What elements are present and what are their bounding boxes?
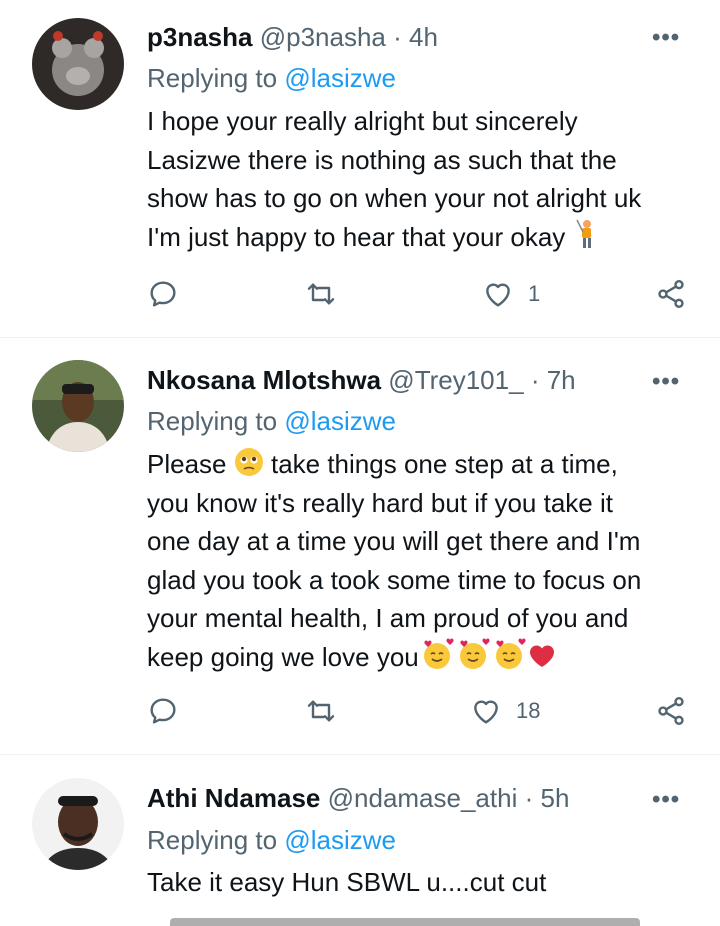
text-line: Lasizwe there is nothing as such that th… bbox=[147, 144, 617, 175]
avatar[interactable] bbox=[32, 360, 124, 452]
replying-to: Replying to @lasizwe bbox=[147, 824, 396, 856]
text-line: show has to go on when your not alright … bbox=[147, 183, 642, 213]
text-line: Take it easy Hun SBWL u....cut cut bbox=[147, 867, 547, 897]
heart-icon bbox=[486, 283, 510, 307]
tweet-text: I hope your really alright but sincerely… bbox=[147, 102, 707, 256]
text-line: take things one step at a time, bbox=[270, 449, 618, 479]
smiling-face-hearts-emoji-icon bbox=[495, 638, 526, 669]
retweet-icon bbox=[307, 283, 335, 305]
text-line-with-emoji: I'm just happy to hear that your okay bbox=[147, 218, 707, 257]
avatar[interactable] bbox=[32, 18, 124, 110]
tweet-text: Take it easy Hun SBWL u....cut cut bbox=[147, 863, 707, 902]
tweet-header: Athi Ndamase @ndamase_athi · 5h bbox=[147, 782, 569, 814]
smiling-face-hearts-emoji-icon bbox=[423, 638, 454, 669]
tweet-divider bbox=[0, 337, 720, 338]
smiling-face-hearts-emoji-icon bbox=[459, 638, 490, 669]
more-icon[interactable]: ••• bbox=[652, 26, 680, 50]
like-count: 18 bbox=[516, 698, 541, 723]
share-button[interactable] bbox=[655, 278, 687, 310]
share-icon bbox=[658, 697, 684, 725]
more-icon[interactable]: ••• bbox=[652, 788, 680, 812]
retweet-button[interactable] bbox=[305, 695, 337, 727]
display-name[interactable]: p3nasha bbox=[147, 22, 253, 52]
text-line: one day at a time you will get there and… bbox=[147, 526, 641, 556]
reply-button[interactable] bbox=[147, 278, 179, 310]
replying-prefix: Replying to bbox=[147, 63, 278, 93]
tweet-header: Nkosana Mlotshwa @Trey101_ · 7h bbox=[147, 364, 576, 396]
mention-link[interactable]: @lasizwe bbox=[284, 63, 396, 93]
tweet-text: Please take things one step at a time, y… bbox=[147, 445, 707, 676]
like-button[interactable]: 18 bbox=[470, 695, 540, 727]
text-line: you know it's really hard but if you tak… bbox=[147, 487, 613, 518]
text-line: I'm just happy to hear that your okay bbox=[147, 221, 566, 252]
separator-dot: · bbox=[530, 365, 540, 395]
share-icon bbox=[658, 280, 684, 308]
user-handle[interactable]: @ndamase_athi bbox=[328, 783, 518, 813]
like-count: 1 bbox=[528, 281, 541, 306]
text-line: your mental health, I am proud of you an… bbox=[147, 603, 629, 633]
timestamp[interactable]: 5h bbox=[541, 783, 570, 813]
red-heart-emoji-icon bbox=[529, 644, 554, 667]
retweet-icon bbox=[307, 700, 335, 722]
heart-icon bbox=[474, 700, 498, 724]
text-line-with-emoji: keep going we love you bbox=[147, 638, 707, 677]
reply-icon bbox=[150, 281, 176, 307]
text-line-with-emoji: Please take things one step at a time, bbox=[147, 445, 707, 484]
mention-link[interactable]: @lasizwe bbox=[284, 406, 396, 436]
more-icon[interactable]: ••• bbox=[652, 370, 680, 394]
golfer-emoji-icon bbox=[575, 219, 591, 248]
share-button[interactable] bbox=[655, 695, 687, 727]
user-handle[interactable]: @Trey101_ bbox=[388, 365, 523, 395]
display-name[interactable]: Athi Ndamase bbox=[147, 783, 320, 813]
avatar[interactable] bbox=[32, 778, 124, 870]
user-handle[interactable]: @p3nasha bbox=[260, 22, 386, 52]
replying-to: Replying to @lasizwe bbox=[147, 62, 396, 94]
timestamp[interactable]: 4h bbox=[409, 22, 438, 52]
pleading-face-emoji-icon bbox=[234, 448, 263, 476]
replying-to: Replying to @lasizwe bbox=[147, 405, 396, 437]
reply-icon bbox=[150, 698, 176, 724]
tweet-divider bbox=[0, 754, 720, 755]
home-indicator bbox=[170, 918, 640, 926]
replying-prefix: Replying to bbox=[147, 825, 278, 855]
replying-prefix: Replying to bbox=[147, 406, 278, 436]
display-name[interactable]: Nkosana Mlotshwa bbox=[147, 365, 381, 395]
text-line: Please bbox=[147, 449, 227, 479]
separator-dot: · bbox=[393, 22, 402, 52]
reply-button[interactable] bbox=[147, 695, 179, 727]
retweet-button[interactable] bbox=[305, 278, 337, 310]
timestamp[interactable]: 7h bbox=[547, 365, 576, 395]
separator-dot: · bbox=[524, 783, 534, 813]
text-line: glad you took a took some time to focus … bbox=[147, 564, 642, 595]
tweet-header: p3nasha @p3nasha · 4h bbox=[147, 21, 438, 53]
text-line: I hope your really alright but sincerely bbox=[147, 106, 578, 136]
mention-link[interactable]: @lasizwe bbox=[284, 825, 396, 855]
text-line: keep going we love you bbox=[147, 641, 419, 672]
tweet-actions: 1 bbox=[147, 278, 697, 318]
tweet-actions: 18 bbox=[147, 695, 697, 735]
like-button[interactable]: 1 bbox=[482, 278, 540, 310]
